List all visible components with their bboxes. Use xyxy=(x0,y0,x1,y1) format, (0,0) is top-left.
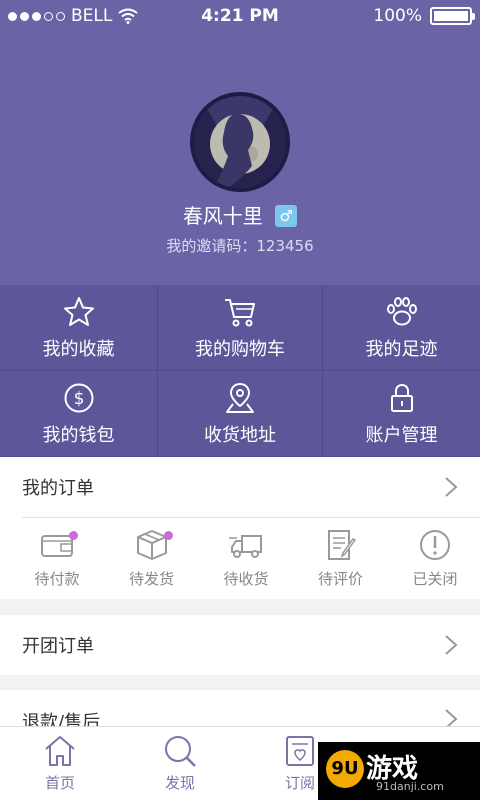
home-icon xyxy=(45,736,75,766)
order-status-label: 待付款 xyxy=(34,570,80,588)
menu-label: 收货地址 xyxy=(204,424,276,446)
order-status-label: 待收货 xyxy=(223,570,269,588)
menu-label: 我的购物车 xyxy=(195,338,285,360)
menu-address[interactable]: 收货地址 xyxy=(158,371,323,457)
my-orders-title: 我的订单 xyxy=(22,478,94,499)
refunds-section: 退款/售后 xyxy=(0,690,480,726)
truck-icon xyxy=(229,535,262,558)
chevron-right-icon xyxy=(445,477,458,497)
menu-favorites[interactable]: 我的收藏 xyxy=(0,285,158,371)
group-orders-section: 开团订单 xyxy=(0,615,480,675)
notification-dot xyxy=(163,531,173,540)
group-orders-row[interactable]: 开团订单 xyxy=(0,615,480,675)
location-pin-icon xyxy=(226,382,254,413)
order-pending-payment[interactable]: 待付款 xyxy=(22,518,92,599)
avatar[interactable] xyxy=(190,92,290,192)
invite-code: 我的邀请码：123456 xyxy=(166,237,314,255)
menu-wallet[interactable]: $ 我的钱包 xyxy=(0,371,158,457)
chevron-right-icon xyxy=(445,709,458,726)
avatar-image xyxy=(194,96,286,188)
star-icon xyxy=(63,296,94,326)
username-row: 春风十里 ♂ xyxy=(0,200,480,229)
my-orders-row[interactable]: 我的订单 xyxy=(0,457,480,517)
status-right: 100% xyxy=(373,6,475,26)
order-status-row: 待付款 待发货 待收货 待评价 已关闭 xyxy=(22,517,480,599)
profile-menu-grid: 我的收藏 我的购物车 我的足迹 $ 我的钱包 收货地址 账户管理 xyxy=(0,285,480,457)
exclamation-circle-icon xyxy=(420,530,450,560)
order-status-label: 待发货 xyxy=(128,570,174,588)
search-icon xyxy=(165,736,196,767)
order-pending-review[interactable]: 待评价 xyxy=(306,518,376,599)
group-orders-title: 开团订单 xyxy=(22,636,94,657)
tab-label: 发现 xyxy=(164,774,195,792)
my-orders-section: 我的订单 待付款 待发货 待收货 待评价 已关闭 xyxy=(0,457,480,599)
tab-home[interactable]: 首页 xyxy=(0,727,120,800)
cart-icon xyxy=(225,298,255,326)
tab-label: 首页 xyxy=(44,774,75,792)
notification-dot xyxy=(69,531,78,540)
svg-text:$: $ xyxy=(73,389,84,409)
battery-percent: 100% xyxy=(373,6,422,26)
menu-account[interactable]: 账户管理 xyxy=(323,371,480,457)
menu-label: 我的钱包 xyxy=(42,424,115,446)
watermark-site: 91danji.com xyxy=(376,780,444,793)
edit-document-icon xyxy=(327,530,356,560)
menu-footprints[interactable]: 我的足迹 xyxy=(323,285,480,371)
menu-cart[interactable]: 我的购物车 xyxy=(158,285,323,371)
order-status-label: 已关闭 xyxy=(412,570,458,588)
paw-icon xyxy=(386,296,417,325)
tab-label: 订阅 xyxy=(284,774,315,792)
menu-label: 我的收藏 xyxy=(42,338,115,360)
order-pending-shipment[interactable]: 待发货 xyxy=(117,518,187,599)
refunds-title: 退款/售后 xyxy=(22,712,101,726)
profile-header: BELL 4:21 PM 100% 春风十里 ♂ 我的邀请码：123456 xyxy=(0,0,480,285)
battery-icon xyxy=(430,7,475,25)
username: 春风十里 xyxy=(182,204,263,228)
order-status-label: 待评价 xyxy=(317,570,363,588)
tab-discover[interactable]: 发现 xyxy=(120,727,240,800)
watermark-logo: 9U xyxy=(326,750,364,788)
male-gender-icon: ♂ xyxy=(275,205,298,227)
chevron-right-icon xyxy=(445,635,458,655)
lock-icon xyxy=(390,383,413,412)
watermark: 9U 游戏 91danji.com xyxy=(318,742,480,800)
order-closed[interactable]: 已关闭 xyxy=(400,518,470,599)
status-bar: BELL 4:21 PM 100% xyxy=(0,0,480,32)
refunds-row[interactable]: 退款/售后 xyxy=(0,690,480,726)
menu-label: 账户管理 xyxy=(365,424,438,446)
menu-label: 我的足迹 xyxy=(365,338,438,360)
subscribe-icon xyxy=(286,736,314,766)
dollar-coin-icon: $ xyxy=(64,383,93,412)
order-pending-receipt[interactable]: 待收货 xyxy=(211,518,281,599)
